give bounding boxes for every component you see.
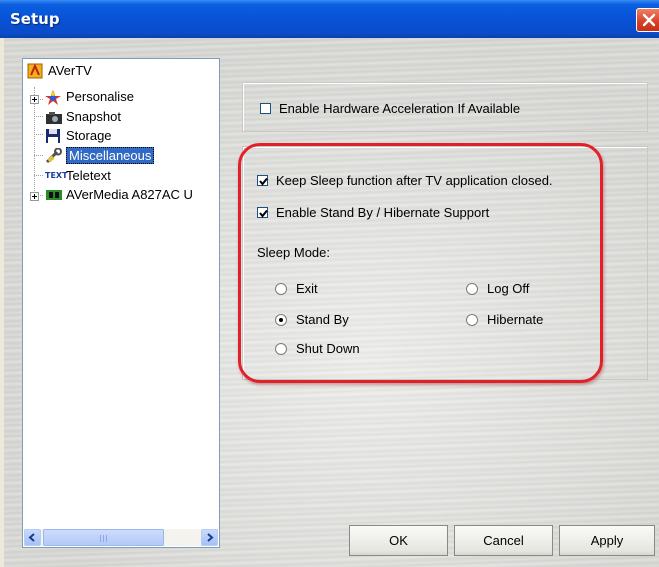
tree-item-label: AVerMedia A827AC U — [66, 187, 193, 202]
hw-accel-label: Enable Hardware Acceleration If Availabl… — [279, 101, 521, 116]
title-bar[interactable]: Setup — [0, 0, 659, 38]
tree-item-personalise[interactable]: Personalise — [45, 88, 134, 105]
apply-button[interactable]: Apply — [559, 525, 655, 556]
tree-item-label: Teletext — [66, 168, 111, 183]
setup-window: Setup AVerTV Personalise Snapshot Storag… — [0, 0, 659, 567]
arrow-left-icon — [28, 533, 35, 542]
expand-personalise-icon[interactable] — [30, 95, 39, 104]
tree-horizontal-scrollbar[interactable] — [24, 529, 218, 546]
tree-item-storage[interactable]: Storage — [45, 127, 112, 144]
device-icon — [45, 187, 63, 203]
hw-accel-checkbox-row[interactable]: Enable Hardware Acceleration If Availabl… — [260, 101, 520, 116]
close-button[interactable] — [636, 8, 659, 32]
tree-item-miscellaneous[interactable]: Miscellaneous — [45, 147, 155, 164]
settings-tree[interactable]: AVerTV Personalise Snapshot Storage Misc… — [22, 58, 220, 548]
teletext-icon: TEXT — [45, 170, 68, 180]
floppy-disk-icon — [45, 128, 63, 144]
window-title: Setup — [10, 10, 60, 28]
camera-icon — [45, 109, 63, 125]
wrench-icon — [45, 147, 63, 164]
tree-item-snapshot[interactable]: Snapshot — [45, 108, 121, 125]
scroll-right-button[interactable] — [201, 529, 218, 546]
tree-item-label: Snapshot — [66, 109, 121, 124]
tree-item-label: Miscellaneous — [66, 147, 155, 164]
scroll-thumb[interactable] — [43, 529, 164, 546]
tree-item-label: Personalise — [66, 89, 134, 104]
hw-accel-checkbox[interactable] — [260, 103, 271, 114]
close-icon — [642, 13, 656, 27]
avertv-icon — [27, 63, 45, 79]
arrow-right-icon — [207, 533, 214, 542]
tree-item-avermedia-device[interactable]: AVerMedia A827AC U — [45, 186, 193, 203]
expand-device-icon[interactable] — [30, 192, 39, 201]
cancel-button[interactable]: Cancel — [454, 525, 553, 556]
tree-item-avertv[interactable]: AVerTV — [27, 62, 92, 79]
tree-item-label: Storage — [66, 128, 112, 143]
scroll-left-button[interactable] — [24, 529, 41, 546]
tree-item-teletext[interactable]: TEXT Teletext — [45, 167, 111, 184]
personalise-icon — [45, 89, 63, 105]
ok-button[interactable]: OK — [349, 525, 448, 556]
tree-item-label: AVerTV — [48, 63, 92, 78]
highlight-annotation — [238, 143, 603, 383]
